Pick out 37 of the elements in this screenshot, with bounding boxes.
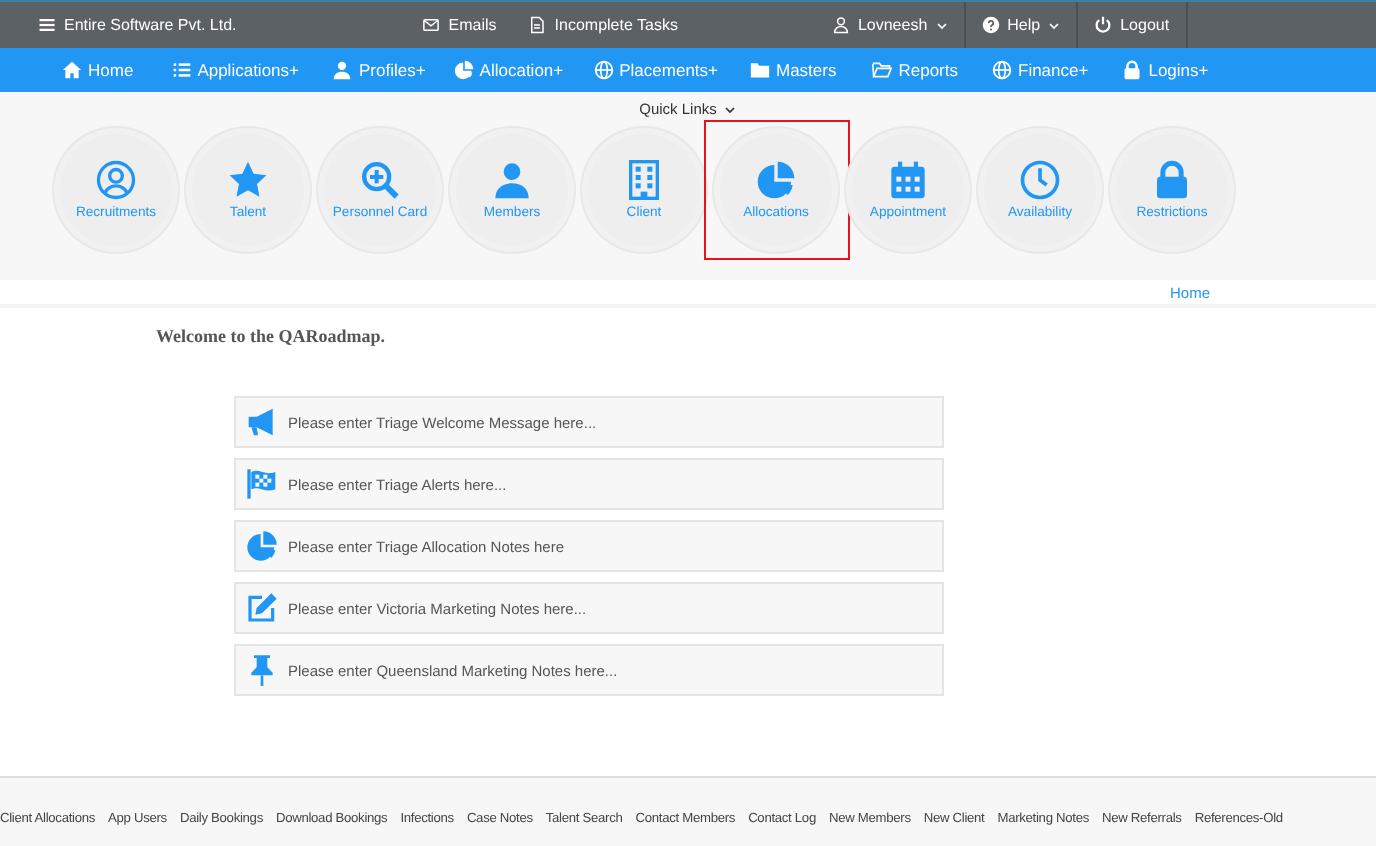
user-icon bbox=[332, 60, 353, 80]
lock-icon bbox=[1152, 160, 1192, 200]
globe-icon bbox=[992, 60, 1012, 80]
folder-icon bbox=[872, 60, 893, 80]
menu-icon bbox=[38, 16, 56, 34]
user-icon bbox=[492, 160, 532, 200]
star-icon bbox=[228, 160, 268, 200]
power-icon bbox=[1094, 16, 1113, 34]
list-icon bbox=[171, 60, 192, 80]
document-icon bbox=[528, 16, 547, 34]
zoom-in-icon bbox=[360, 160, 400, 200]
incomplete-tasks-link[interactable]: Incomplete Tasks bbox=[528, 2, 678, 48]
globe-icon bbox=[593, 60, 614, 80]
envelope-icon bbox=[422, 16, 441, 34]
megaphone-icon bbox=[246, 406, 278, 438]
pie-chart-icon bbox=[246, 530, 278, 562]
chevron-down-icon bbox=[935, 19, 948, 31]
home-icon bbox=[62, 60, 82, 80]
edit-icon bbox=[246, 592, 278, 624]
building-icon bbox=[624, 160, 664, 200]
checkered-flag-icon bbox=[246, 468, 278, 500]
question-icon bbox=[981, 16, 1000, 34]
clock-icon bbox=[1020, 160, 1060, 200]
chevron-down-icon bbox=[724, 103, 737, 115]
user-menu[interactable]: Lovneesh bbox=[815, 2, 964, 48]
chevron-down-icon bbox=[1048, 19, 1061, 31]
user-circle-icon bbox=[96, 160, 136, 200]
emails-link[interactable]: Emails bbox=[422, 2, 497, 48]
lock-icon bbox=[1122, 60, 1143, 80]
pushpin-icon bbox=[246, 654, 278, 686]
calendar-icon bbox=[888, 160, 928, 200]
pie-chart-icon bbox=[453, 60, 474, 80]
user-icon bbox=[831, 16, 850, 34]
brand-link[interactable]: Entire Software Pvt. Ltd. bbox=[38, 2, 237, 48]
welcome-heading: Welcome to the QARoadmap. bbox=[156, 326, 387, 346]
pie-chart-icon bbox=[756, 160, 796, 200]
folder-icon bbox=[750, 60, 770, 80]
